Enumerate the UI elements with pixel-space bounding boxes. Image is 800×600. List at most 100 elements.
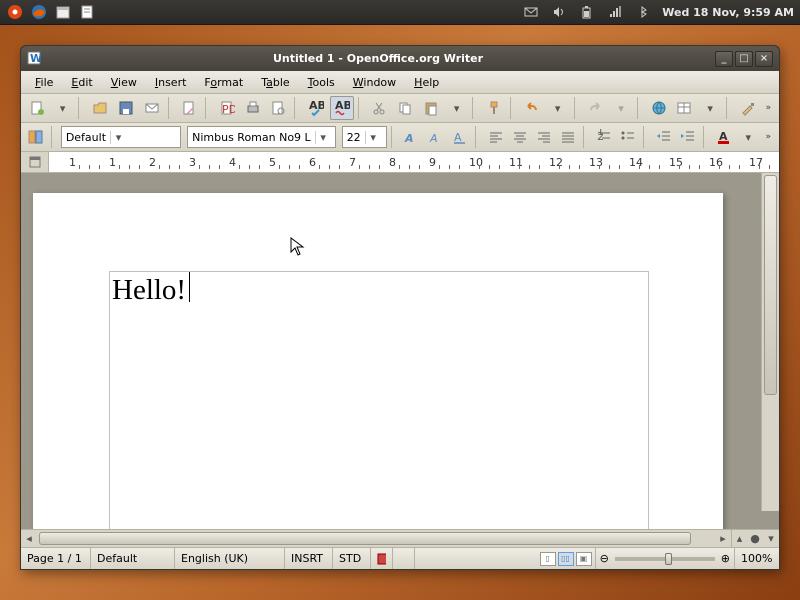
- copy-button[interactable]: [393, 96, 417, 120]
- vertical-scrollbar[interactable]: [761, 173, 779, 511]
- maximize-button[interactable]: □: [735, 51, 753, 67]
- zoom-slider[interactable]: [615, 557, 715, 561]
- redo-dropdown-icon[interactable]: ▾: [609, 96, 633, 120]
- auto-spellcheck-button[interactable]: ABC: [330, 96, 354, 120]
- single-page-view[interactable]: ▯: [540, 552, 556, 566]
- italic-button[interactable]: A: [424, 125, 446, 149]
- status-zoom-value[interactable]: 100%: [735, 548, 779, 569]
- clock[interactable]: Wed 18 Nov, 9:59 AM: [662, 6, 794, 19]
- new-dropdown-icon[interactable]: ▾: [51, 96, 75, 120]
- network-indicator-icon[interactable]: [606, 3, 624, 21]
- show-draw-functions-button[interactable]: [736, 96, 760, 120]
- undo-dropdown-icon[interactable]: ▾: [546, 96, 570, 120]
- underline-button[interactable]: A: [449, 125, 471, 149]
- status-page[interactable]: Page 1 / 1: [21, 548, 91, 569]
- scrollbar-thumb[interactable]: [764, 175, 777, 395]
- cut-button[interactable]: [368, 96, 392, 120]
- font-color-button[interactable]: A: [713, 125, 735, 149]
- font-size-combo[interactable]: 22 ▾: [342, 126, 387, 148]
- menu-format[interactable]: Format: [196, 73, 251, 92]
- status-selection-mode[interactable]: STD: [333, 548, 371, 569]
- close-button[interactable]: ×: [755, 51, 773, 67]
- status-signature-icon[interactable]: [371, 548, 393, 569]
- paragraph-style-combo[interactable]: Default ▾: [61, 126, 181, 148]
- volume-indicator-icon[interactable]: [550, 3, 568, 21]
- open-button[interactable]: [88, 96, 112, 120]
- align-center-button[interactable]: [509, 125, 531, 149]
- increase-indent-button[interactable]: [677, 125, 699, 149]
- menu-window[interactable]: Window: [345, 73, 404, 92]
- svg-text:A: A: [429, 132, 438, 145]
- scroll-left-icon[interactable]: ◂: [21, 530, 37, 547]
- text-editor-launcher-icon[interactable]: [78, 3, 96, 21]
- menu-edit[interactable]: Edit: [63, 73, 100, 92]
- toolbar-overflow-icon[interactable]: »: [762, 103, 776, 113]
- font-name-combo[interactable]: Nimbus Roman No9 L ▾: [187, 126, 336, 148]
- export-pdf-button[interactable]: PDF: [215, 96, 239, 120]
- ruler-corner-button[interactable]: [21, 152, 49, 172]
- page[interactable]: Hello!: [33, 193, 723, 529]
- battery-indicator-icon[interactable]: [578, 3, 596, 21]
- toolbar-overflow-icon[interactable]: »: [761, 132, 775, 142]
- menu-table[interactable]: Table: [253, 73, 297, 92]
- titlebar[interactable]: W Untitled 1 - OpenOffice.org Writer _ □…: [21, 46, 779, 71]
- scrollbar-thumb[interactable]: [39, 532, 691, 545]
- bold-button[interactable]: A: [400, 125, 422, 149]
- horizontal-scrollbar[interactable]: ◂ ▸ ▴ ● ▾: [21, 529, 779, 547]
- align-left-button[interactable]: [484, 125, 506, 149]
- menu-tools[interactable]: Tools: [300, 73, 343, 92]
- text-frame[interactable]: Hello!: [109, 271, 649, 529]
- horizontal-ruler[interactable]: 11234567891011121314151617: [49, 152, 779, 172]
- numbered-list-button[interactable]: 12: [593, 125, 615, 149]
- ubuntu-menu-icon[interactable]: [6, 3, 24, 21]
- book-view[interactable]: ▣: [576, 552, 592, 566]
- spellcheck-button[interactable]: ABC: [304, 96, 328, 120]
- status-style[interactable]: Default: [91, 548, 175, 569]
- decrease-indent-button[interactable]: [653, 125, 675, 149]
- page-nav-icon[interactable]: ●: [747, 530, 763, 547]
- minimize-button[interactable]: _: [715, 51, 733, 67]
- scroll-right-icon[interactable]: ▸: [715, 530, 731, 547]
- print-preview-button[interactable]: [267, 96, 291, 120]
- zoom-out-icon[interactable]: ⊖: [600, 552, 609, 565]
- redo-button[interactable]: [583, 96, 607, 120]
- styles-dialog-button[interactable]: [25, 125, 47, 149]
- hyperlink-button[interactable]: [647, 96, 671, 120]
- edit-file-button[interactable]: [177, 96, 201, 120]
- status-modified-icon[interactable]: [393, 548, 415, 569]
- files-launcher-icon[interactable]: [54, 3, 72, 21]
- chevron-down-icon[interactable]: ▾: [315, 131, 331, 144]
- paste-dropdown-icon[interactable]: ▾: [445, 96, 469, 120]
- multi-page-view[interactable]: ▯▯: [558, 552, 574, 566]
- align-right-button[interactable]: [533, 125, 555, 149]
- bullet-list-button[interactable]: [617, 125, 639, 149]
- status-insert-mode[interactable]: INSRT: [285, 548, 333, 569]
- prev-page-icon[interactable]: ▴: [731, 530, 747, 547]
- next-page-icon[interactable]: ▾: [763, 530, 779, 547]
- new-doc-button[interactable]: [25, 96, 49, 120]
- menu-insert[interactable]: Insert: [147, 73, 195, 92]
- menu-view[interactable]: View: [103, 73, 145, 92]
- undo-button[interactable]: [520, 96, 544, 120]
- align-justify-button[interactable]: [557, 125, 579, 149]
- zoom-in-icon[interactable]: ⊕: [721, 552, 730, 565]
- chevron-down-icon[interactable]: ▾: [110, 131, 126, 144]
- firefox-launcher-icon[interactable]: [30, 3, 48, 21]
- email-button[interactable]: [140, 96, 164, 120]
- table-button[interactable]: [673, 96, 697, 120]
- paste-button[interactable]: [419, 96, 443, 120]
- chevron-down-icon[interactable]: ▾: [365, 131, 381, 144]
- table-dropdown-icon[interactable]: ▾: [698, 96, 722, 120]
- print-button[interactable]: [241, 96, 265, 120]
- save-button[interactable]: [114, 96, 138, 120]
- font-color-dropdown-icon[interactable]: ▾: [737, 125, 759, 149]
- menu-help[interactable]: Help: [406, 73, 447, 92]
- zoom-slider-thumb[interactable]: [665, 553, 672, 565]
- document-canvas[interactable]: Hello!: [21, 173, 779, 529]
- status-language[interactable]: English (UK): [175, 548, 285, 569]
- mail-indicator-icon[interactable]: [522, 3, 540, 21]
- bluetooth-indicator-icon[interactable]: [634, 3, 652, 21]
- document-text[interactable]: Hello!: [110, 274, 188, 306]
- format-paintbrush-button[interactable]: [482, 96, 506, 120]
- menu-file[interactable]: File: [27, 73, 61, 92]
